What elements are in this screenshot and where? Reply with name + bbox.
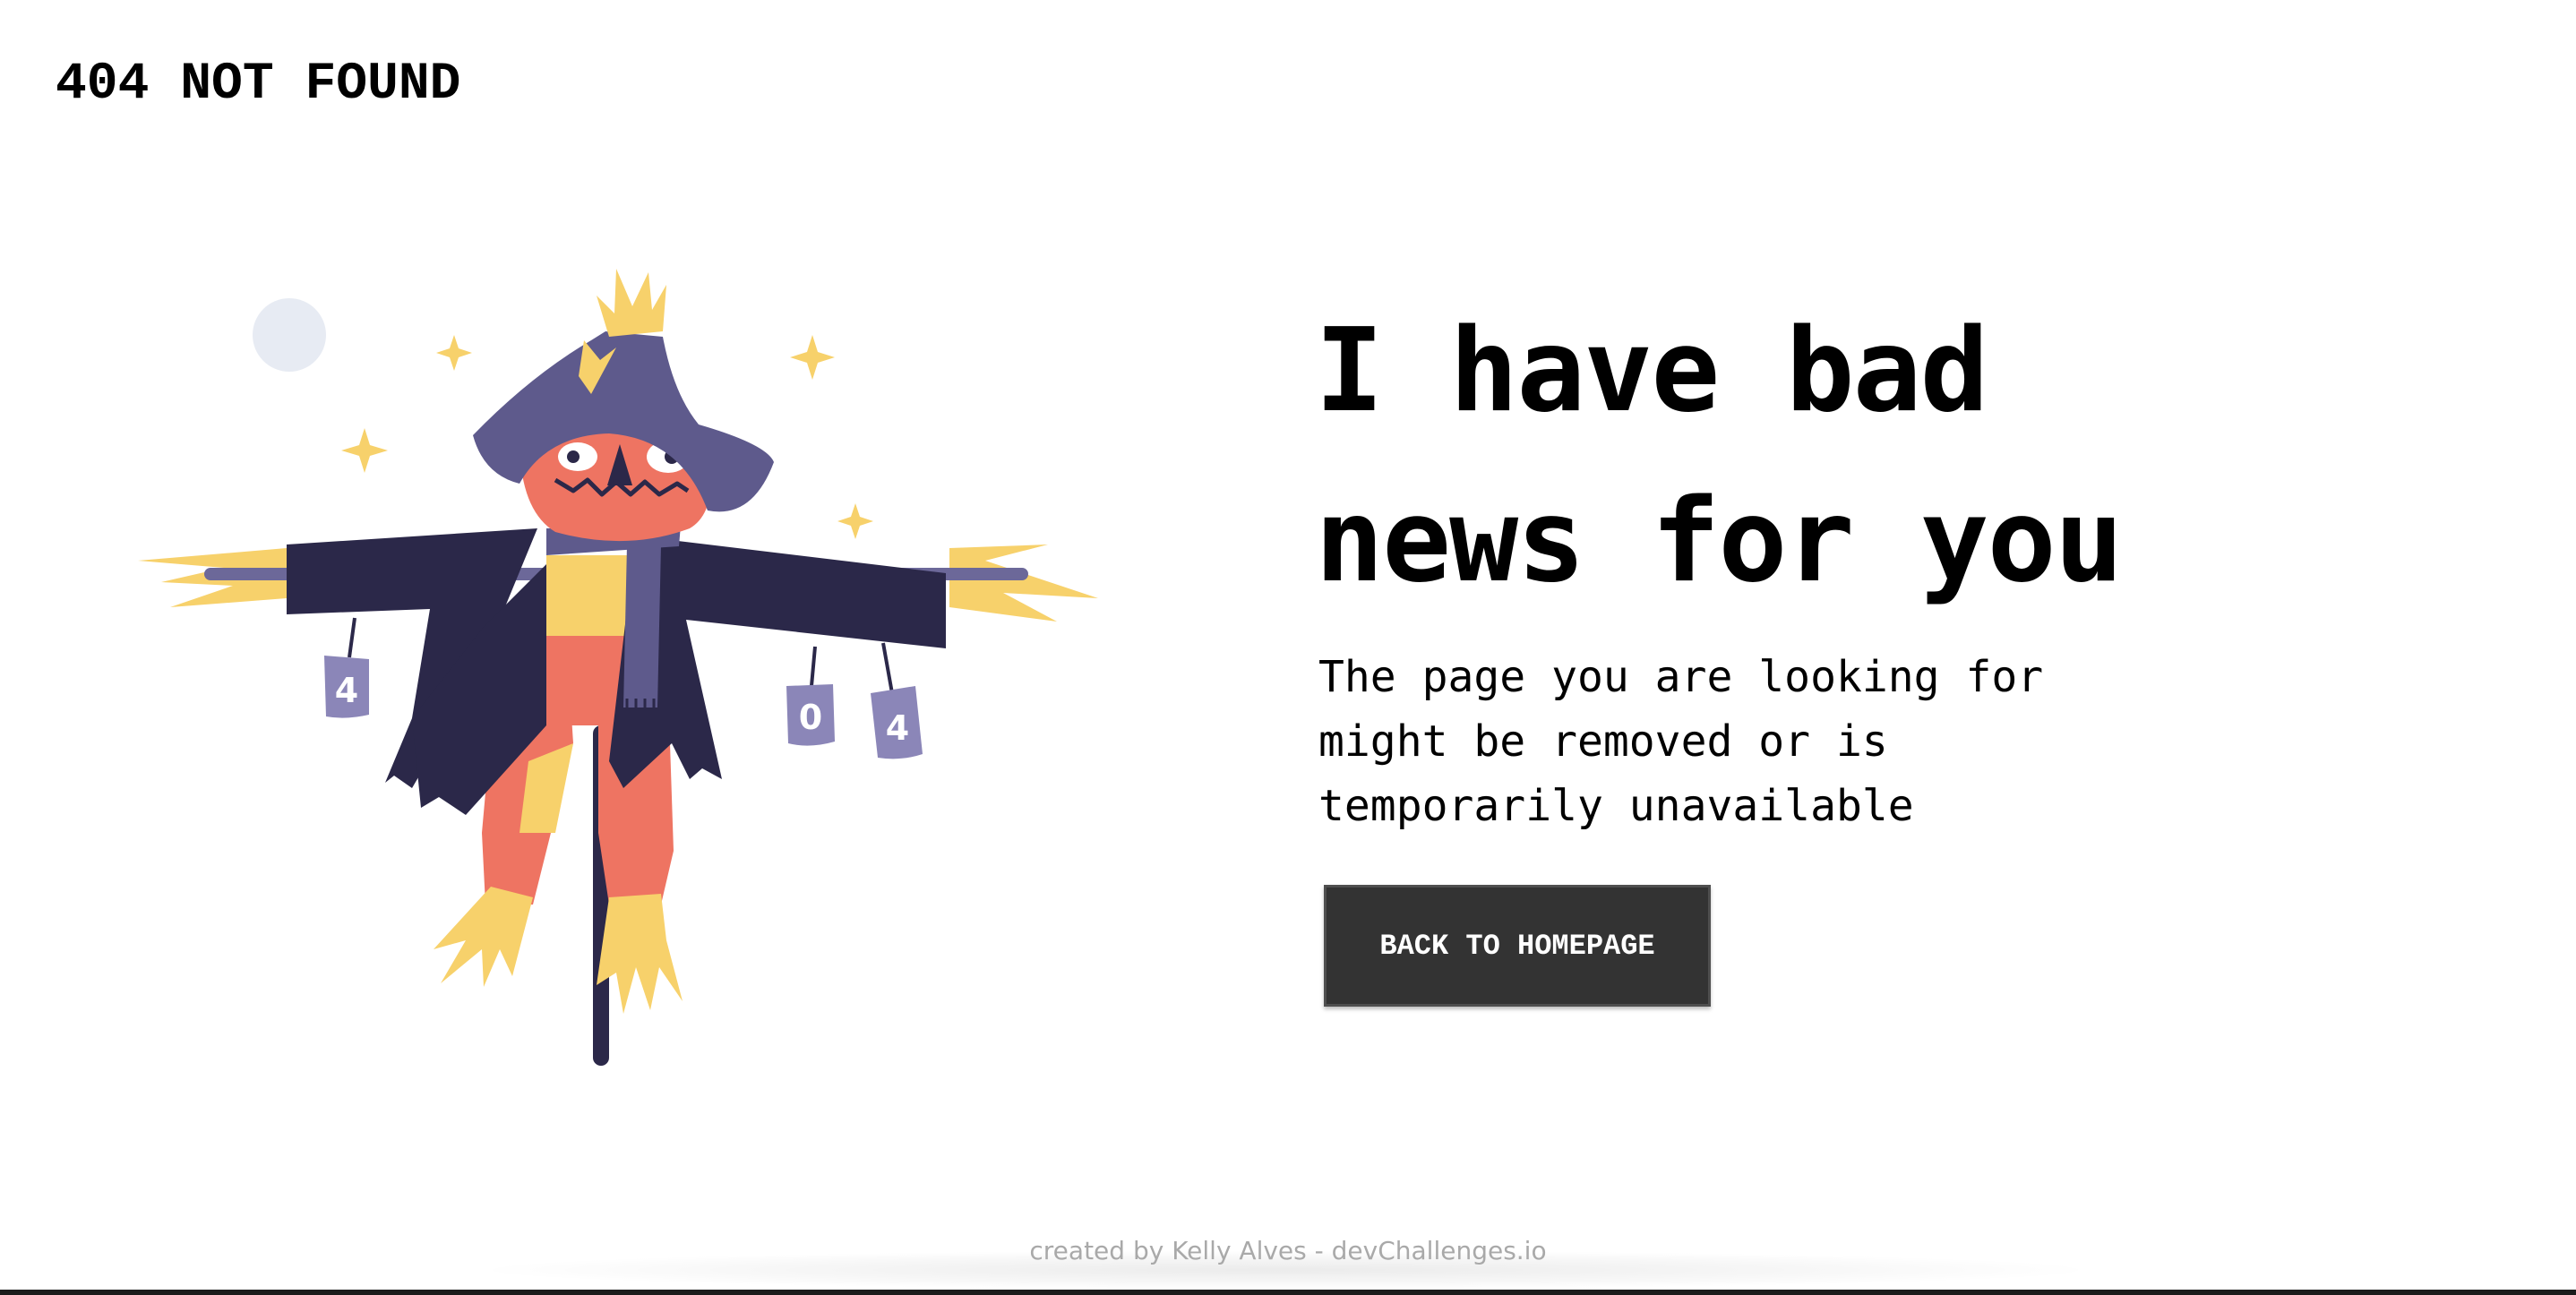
page-headline: I have bad news for you bbox=[1315, 304, 2124, 608]
site-logo[interactable]: 404 NOT FOUND bbox=[56, 59, 460, 111]
can-4-right: 4 bbox=[871, 686, 923, 759]
hero-content: I have bad news for you The page you are… bbox=[1315, 287, 2390, 1007]
can-digit-1: 4 bbox=[335, 671, 358, 710]
back-to-homepage-button[interactable]: BACK TO HOMEPAGE bbox=[1324, 885, 1711, 1007]
can-digit-2: 0 bbox=[799, 698, 822, 737]
scarecrow-illustration: 4 0 4 bbox=[125, 260, 1111, 1084]
footer-credit: created by Kelly Alves - devChallenges.i… bbox=[1029, 1236, 1547, 1265]
can-0-middle: 0 bbox=[786, 684, 835, 746]
moon-icon bbox=[253, 298, 326, 372]
can-digit-3: 4 bbox=[886, 708, 909, 748]
bottom-edge-bar bbox=[0, 1290, 2576, 1295]
can-4-left: 4 bbox=[324, 656, 369, 718]
page-description: The page you are looking for might be re… bbox=[1318, 652, 2044, 831]
page: 404 NOT FOUND 4 0 4 I have bad news for … bbox=[0, 0, 2576, 1290]
